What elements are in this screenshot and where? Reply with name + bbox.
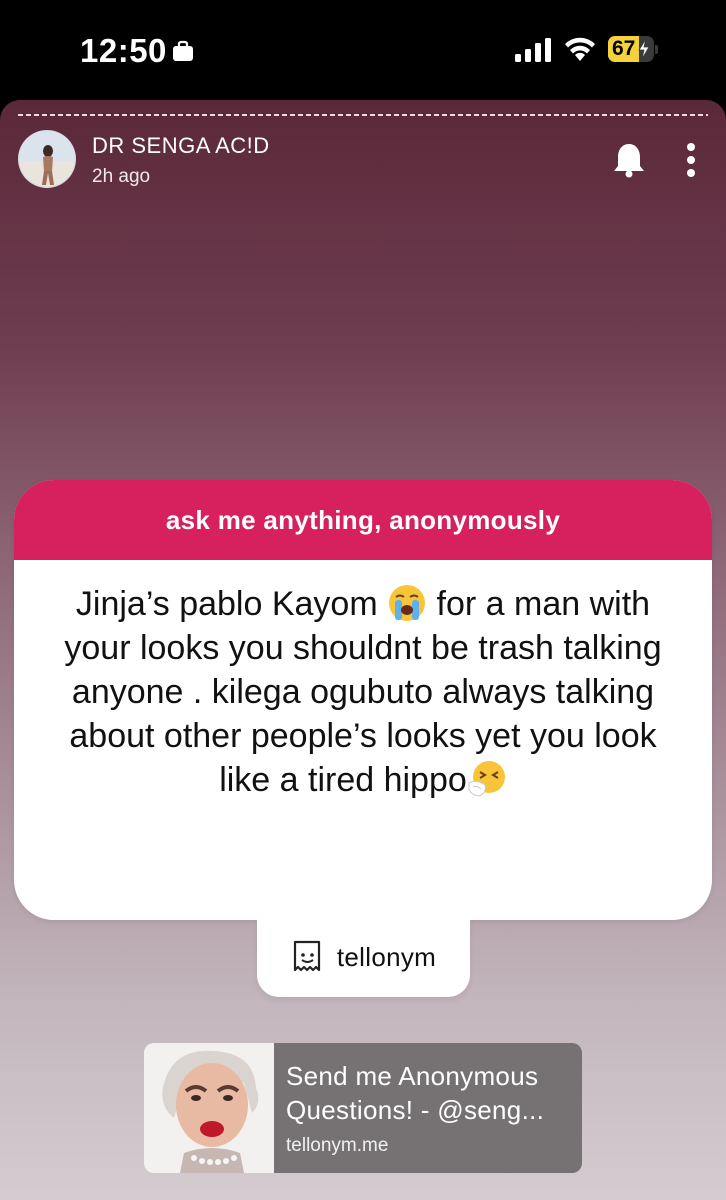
question-card-header: ask me anything, anonymously (14, 480, 712, 560)
question-text-part1: Jinja’s pablo Kayom (75, 585, 388, 623)
more-options-icon[interactable] (682, 142, 700, 178)
link-sticker[interactable]: Send me Anonymous Questions! - @seng... … (144, 1043, 582, 1173)
username[interactable]: DR SENGA AC!D (92, 133, 270, 159)
tellonym-brand-name: tellonym (336, 941, 437, 972)
status-time: 12:50 (80, 32, 167, 69)
story-view[interactable]: DR SENGA AC!D 2h ago ask me anything, an… (0, 100, 726, 1200)
loudly-crying-face-icon (389, 585, 426, 621)
link-domain: tellonym.me (286, 1135, 389, 1156)
post-timestamp: 2h ago (92, 166, 151, 187)
status-bar: 12:50 67 (0, 0, 726, 100)
question-text: Jinja’s pablo Kayom for a man with your … (54, 582, 672, 802)
link-thumbnail-image (144, 1043, 274, 1173)
tellonym-brand-tab: tellonym (257, 917, 470, 997)
bell-icon[interactable] (612, 142, 646, 178)
wifi-icon (565, 37, 595, 61)
charging-bolt-icon (638, 39, 650, 59)
cellular-signal-icon (515, 38, 551, 62)
avatar[interactable] (18, 130, 76, 188)
story-progress-bar (18, 114, 708, 116)
briefcase-icon (173, 40, 193, 61)
question-card: ask me anything, anonymously Jinja’s pab… (14, 480, 712, 920)
battery-indicator: 67 (608, 36, 658, 62)
battery-level: 67 (612, 37, 636, 60)
avatar-photo (19, 131, 75, 187)
sneezing-face-icon (468, 761, 505, 797)
link-title: Send me Anonymous Questions! - @seng... (286, 1061, 545, 1125)
tellonym-logo-icon (293, 940, 320, 972)
